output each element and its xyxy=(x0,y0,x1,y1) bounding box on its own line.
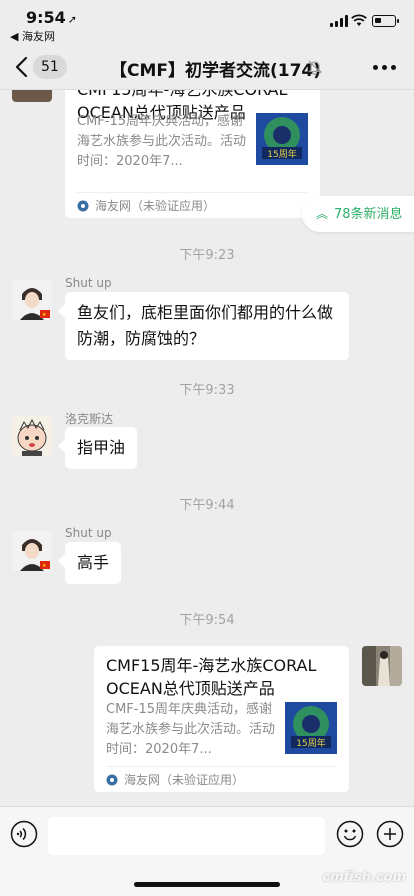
card-thumbnail: 15周年 xyxy=(256,113,308,165)
avatar[interactable] xyxy=(12,90,52,102)
app-source-icon xyxy=(106,774,118,786)
card-thumbnail: 15周年 xyxy=(285,702,337,754)
back-chevron-icon[interactable] xyxy=(12,52,32,82)
sender-name: 洛克斯达 xyxy=(65,412,114,426)
avatar[interactable]: ★ xyxy=(12,280,52,320)
emoji-icon[interactable] xyxy=(336,820,364,848)
timestamp: 下午9:23 xyxy=(179,248,235,263)
unread-count-badge[interactable]: 51 xyxy=(33,55,67,79)
sender-name: Shut up xyxy=(65,276,112,290)
message-bubble[interactable]: 鱼友们，底柜里面你们都用的什么做防潮，防腐蚀的？ xyxy=(65,292,349,360)
new-messages-button[interactable]: ︽ 78条新消息 xyxy=(302,196,414,232)
chat-title: 【CMF】初学者交流(174) xyxy=(110,61,322,81)
link-card[interactable]: CMF15周年-海艺水族CORAL OCEAN总代顶贴送产品 CMF-15周年庆… xyxy=(94,646,349,792)
voice-input-icon[interactable] xyxy=(10,820,38,848)
sender-name: Shut up xyxy=(65,526,112,540)
status-time: 9:54 ➚ xyxy=(26,8,78,27)
message-list[interactable]: CMF15周年-海艺水族CORAL OCEAN总代顶贴送产品 CMF-15周年庆… xyxy=(0,90,414,806)
avatar[interactable]: ★ xyxy=(12,531,52,571)
card-description: CMF-15周年庆典活动，感谢海艺水族参与此次活动。活动时间：2020年7... xyxy=(106,702,276,757)
chat-header: 51 【CMF】初学者交流(174) xyxy=(0,44,414,90)
avatar[interactable] xyxy=(362,646,402,686)
more-options-icon[interactable] xyxy=(373,65,396,70)
watermark: cmfish.com xyxy=(322,870,406,885)
app-source-icon xyxy=(77,200,89,212)
card-title: CMF15周年-海艺水族CORAL OCEAN总代顶贴送产品 xyxy=(106,656,317,698)
svg-text:★: ★ xyxy=(42,563,47,569)
timestamp: 下午9:54 xyxy=(179,613,235,628)
card-source: 海友网（未验证应用） xyxy=(77,192,308,218)
home-indicator xyxy=(134,882,280,887)
timestamp: 下午9:44 xyxy=(179,498,235,513)
back-to-app-link[interactable]: ◀ 海友网 xyxy=(10,28,55,44)
mute-bell-icon xyxy=(308,60,322,75)
add-attachment-icon[interactable] xyxy=(376,820,404,848)
link-card[interactable]: CMF15周年-海艺水族CORAL OCEAN总代顶贴送产品 CMF-15周年庆… xyxy=(65,90,320,218)
avatar[interactable] xyxy=(12,416,52,456)
message-bubble[interactable]: 指甲油 xyxy=(65,427,138,469)
location-arrow-icon: ➚ xyxy=(67,13,78,26)
timestamp: 下午9:33 xyxy=(179,383,235,398)
thumbnail-text: 15周年 xyxy=(267,148,296,160)
battery-icon xyxy=(372,15,399,27)
card-source: 海友网（未验证应用） xyxy=(106,766,337,792)
message-bubble[interactable]: 高手 xyxy=(65,542,122,584)
thumbnail-text: 15周年 xyxy=(296,737,325,749)
cellular-signal-icon xyxy=(330,15,348,27)
status-bar: 9:54 ➚ ◀ 海友网 xyxy=(0,0,414,44)
double-chevron-up-icon: ︽ xyxy=(316,207,329,221)
svg-text:★: ★ xyxy=(42,312,47,318)
card-description: CMF-15周年庆典活动，感谢海艺水族参与此次活动。活动时间：2020年7... xyxy=(77,114,247,169)
wifi-icon xyxy=(351,14,367,26)
message-input[interactable] xyxy=(48,817,325,855)
